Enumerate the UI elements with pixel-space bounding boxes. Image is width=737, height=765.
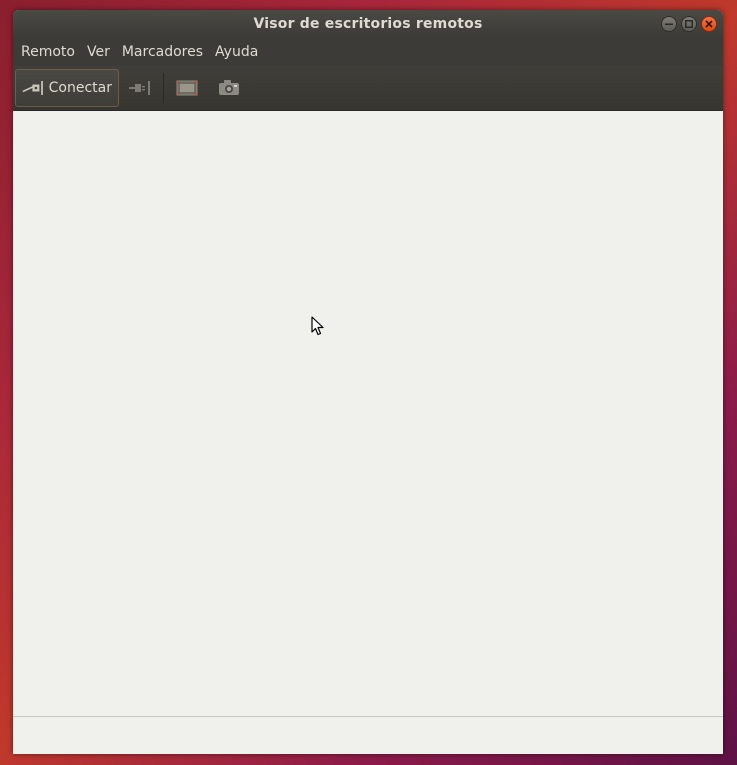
window-controls (661, 16, 717, 32)
toolbar-separator (163, 73, 164, 103)
screenshot-button[interactable] (208, 69, 250, 107)
maximize-icon (685, 20, 693, 28)
menu-remoto[interactable]: Remoto (15, 38, 81, 66)
mouse-pointer-icon (311, 316, 325, 340)
disconnect-button[interactable] (119, 69, 161, 107)
toolbar: Conectar (13, 66, 723, 111)
remote-display-area[interactable] (13, 111, 723, 716)
menu-ayuda[interactable]: Ayuda (209, 38, 264, 66)
window-title: Visor de escritorios remotos (253, 16, 483, 32)
close-button[interactable] (701, 16, 717, 32)
disconnect-icon (129, 81, 150, 95)
connect-button-label: Conectar (48, 80, 112, 96)
minimize-icon (665, 23, 673, 25)
screenshot-icon (219, 80, 239, 95)
menu-bar: Remoto Ver Marcadores Ayuda (13, 38, 723, 66)
status-bar (13, 716, 723, 754)
connect-icon (22, 81, 43, 95)
close-icon (705, 20, 713, 28)
title-bar[interactable]: Visor de escritorios remotos (13, 10, 723, 38)
fullscreen-button[interactable] (166, 69, 208, 107)
minimize-button[interactable] (661, 16, 677, 32)
maximize-button[interactable] (681, 16, 697, 32)
remote-desktop-viewer-window: Visor de escritorios remotos Remoto Ver … (13, 10, 723, 754)
menu-marcadores[interactable]: Marcadores (116, 38, 209, 66)
fullscreen-icon (176, 80, 198, 96)
menu-ver[interactable]: Ver (81, 38, 116, 66)
connect-button[interactable]: Conectar (15, 69, 119, 107)
